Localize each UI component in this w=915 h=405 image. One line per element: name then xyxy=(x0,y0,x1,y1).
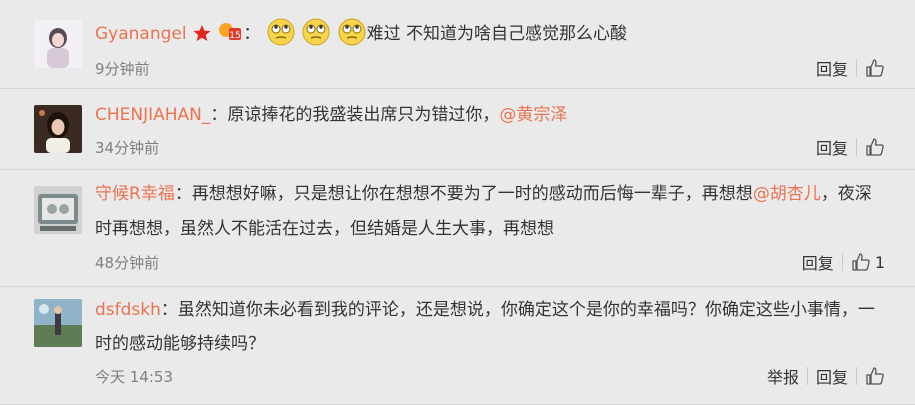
colon: ： xyxy=(174,184,192,204)
comment-body: 原谅捧花的我盛装出席只为错过你， xyxy=(227,105,500,125)
comment-time: 48分钟前 xyxy=(95,254,160,272)
avatar[interactable] xyxy=(34,299,82,347)
like-count: 1 xyxy=(874,252,885,272)
svg-text:15: 15 xyxy=(230,31,241,41)
username-link[interactable]: 守候R幸福 xyxy=(95,184,175,204)
comment-item: 守候R幸福：再想想好嘛，只是想让你在想想不要为了一时的感动而后悔一辈子，再想想@… xyxy=(0,170,915,287)
comment-body: 难过 不知道为啥自己感觉那么心酸 xyxy=(366,24,628,44)
vip-badge-icon: 15 xyxy=(219,23,242,41)
reply-button[interactable]: 回复 xyxy=(816,135,848,159)
comment-text: dsfdskh：虽然知道你未必看到我的评论，还是想说，你确定这个是你的幸福吗？你… xyxy=(95,293,875,361)
divider xyxy=(856,367,857,385)
reply-button[interactable]: 回复 xyxy=(816,56,848,80)
mention-link[interactable]: @黄宗泽 xyxy=(499,105,567,125)
like-button[interactable]: 1 xyxy=(851,252,885,272)
username-link[interactable]: Gyanangel xyxy=(95,24,187,44)
rolling-eyes-emoji-icon xyxy=(267,18,295,46)
mention-link[interactable]: @胡杏儿 xyxy=(753,184,821,204)
comment-time: 9分钟前 xyxy=(95,60,150,78)
comment-text: Gyanangel 15 ： 难过 不知道为啥自己感觉那么心酸 xyxy=(95,17,875,50)
divider xyxy=(841,253,843,271)
report-button[interactable]: 举报 xyxy=(767,364,799,388)
avatar[interactable] xyxy=(34,105,82,153)
rolling-eyes-emoji-icon xyxy=(338,18,366,46)
divider xyxy=(856,59,857,77)
divider xyxy=(856,138,857,156)
rolling-eyes-emoji-icon xyxy=(302,18,330,46)
colon: ： xyxy=(160,300,178,320)
comment-actions: 回复 1 xyxy=(794,250,885,274)
comment-time: 34分钟前 xyxy=(95,139,160,157)
thumbs-up-icon xyxy=(866,367,884,385)
reply-button[interactable]: 回复 xyxy=(802,250,834,274)
comment-body: 再想想好嘛，只是想让你在想想不要为了一时的感动而后悔一辈子，再想想 xyxy=(191,184,753,204)
comment-text: CHENJIAHAN_：原谅捧花的我盛装出席只为错过你，@黄宗泽 xyxy=(95,99,875,131)
like-button[interactable] xyxy=(865,137,885,157)
comment-item: dsfdskh：虽然知道你未必看到我的评论，还是想说，你确定这个是你的幸福吗？你… xyxy=(0,287,915,405)
comment-actions: 举报 回复 xyxy=(759,364,885,388)
comment-actions: 回复 xyxy=(808,56,885,80)
thumbs-up-icon xyxy=(866,59,884,77)
comment-actions: 回复 xyxy=(808,135,885,159)
like-button[interactable] xyxy=(865,58,885,78)
avatar[interactable] xyxy=(34,20,82,68)
avatar[interactable] xyxy=(34,186,82,234)
comment-body: 虽然知道你未必看到我的评论，还是想说，你确定这个是你的幸福吗？你确定这些小事情，… xyxy=(95,300,875,354)
username-link[interactable]: dsfdskh xyxy=(95,300,161,320)
reply-button[interactable]: 回复 xyxy=(816,364,848,388)
username-link[interactable]: CHENJIAHAN_ xyxy=(95,105,210,125)
comment-text: 守候R幸福：再想想好嘛，只是想让你在想想不要为了一时的感动而后悔一辈子，再想想@… xyxy=(95,177,875,247)
star-badge-icon xyxy=(193,25,211,41)
colon: ： xyxy=(243,24,261,44)
divider xyxy=(806,367,808,385)
comment-time: 今天 14:53 xyxy=(95,368,173,386)
colon: ： xyxy=(210,105,228,125)
thumbs-up-icon xyxy=(866,138,884,156)
like-button[interactable] xyxy=(865,366,885,386)
comment-item: Gyanangel 15 ： 难过 不知道为啥自己感觉那么心酸 9分钟前 回复 xyxy=(0,0,915,89)
thumbs-up-icon xyxy=(852,253,870,271)
comment-item: CHENJIAHAN_：原谅捧花的我盛装出席只为错过你，@黄宗泽 34分钟前 回… xyxy=(0,89,915,170)
comment-list: Gyanangel 15 ： 难过 不知道为啥自己感觉那么心酸 9分钟前 回复 … xyxy=(0,0,915,405)
